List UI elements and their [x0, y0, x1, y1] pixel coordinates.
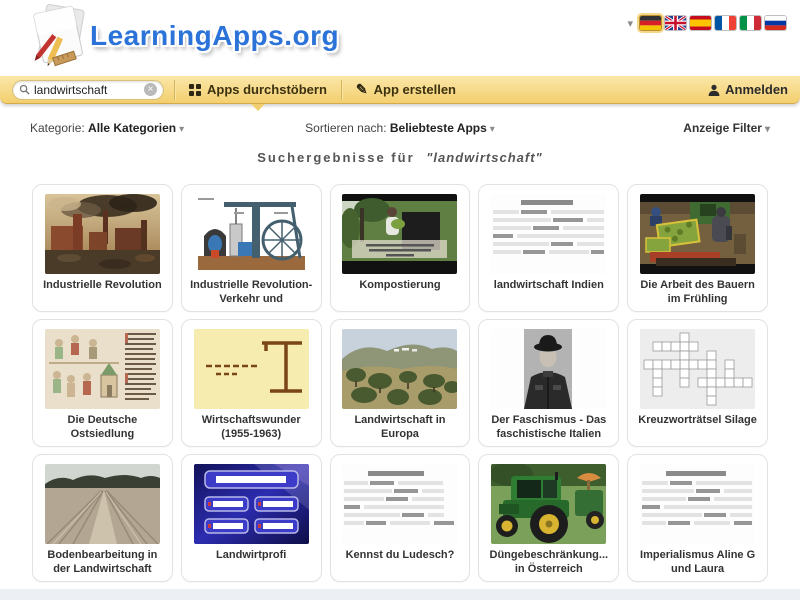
results-title-prefix: Suchergebnisse für	[257, 150, 414, 165]
category-dropdown[interactable]: Kategorie: Alle Kategorien▾	[30, 121, 184, 135]
app-card[interactable]: Düngebeschränkung... in Österreich	[478, 454, 619, 582]
display-filter-dropdown[interactable]: Anzeige Filter▾	[683, 121, 770, 135]
quiz-show-thumbnail	[194, 464, 309, 544]
grid-icon	[189, 84, 201, 96]
app-card[interactable]: Industrielle Revolution- Verkehr und	[181, 184, 322, 312]
results-query: "landwirtschaft"	[426, 150, 542, 165]
app-card[interactable]: Industrielle Revolution	[32, 184, 173, 312]
flag-english-icon[interactable]	[665, 16, 686, 30]
flag-spanish-icon[interactable]	[690, 16, 711, 30]
flag-italian-icon[interactable]	[740, 16, 761, 30]
app-card-title: Kompostierung	[335, 279, 466, 293]
app-card[interactable]: Imperialismus Aline G und Laura	[627, 454, 768, 582]
historical-portrait-thumbnail	[491, 329, 606, 409]
flag-french-icon[interactable]	[715, 16, 736, 30]
tractor-photo-thumbnail	[491, 464, 606, 544]
app-card-title: Industrielle Revolution	[37, 279, 168, 293]
results-grid: Industrielle Revolution	[32, 184, 768, 582]
language-bar: ▾	[627, 16, 786, 30]
search-icon	[19, 84, 30, 95]
plowed-field-thumbnail	[45, 464, 160, 544]
create-app-label: App erstellen	[374, 82, 456, 97]
app-card-title: Industrielle Revolution- Verkehr und	[186, 279, 317, 307]
app-card-title: Die Arbeit des Bauern im Frühling	[632, 279, 763, 307]
search-input[interactable]	[34, 83, 144, 97]
flag-russian-icon[interactable]	[765, 16, 786, 30]
create-pencil-icon: ✎	[356, 81, 368, 98]
page: LearningApps.org ▾	[0, 0, 800, 600]
search-box: ×	[12, 80, 164, 100]
app-card[interactable]: Landwirtprofi	[181, 454, 322, 582]
navbar-divider	[174, 80, 175, 100]
create-app-button[interactable]: ✎ App erstellen	[352, 76, 460, 104]
app-card-title: Landwirtschaft in Europa	[335, 414, 466, 442]
app-card-title: landwirtschaft Indien	[483, 279, 614, 293]
app-card[interactable]: Bodenbearbeitung in der Landwirtschaft	[32, 454, 173, 582]
footer-strip	[0, 589, 800, 600]
logo-text: LearningApps.org	[90, 20, 339, 52]
app-card-title: Imperialismus Aline G und Laura	[632, 549, 763, 577]
app-card-title: Kennst du Ludesch?	[335, 549, 466, 563]
sort-dropdown[interactable]: Sortieren nach: Beliebteste Apps▾	[305, 121, 495, 135]
composting-video-thumbnail	[342, 194, 457, 274]
sort-label: Sortieren nach:	[305, 121, 390, 135]
farmers-video-thumbnail	[640, 194, 755, 274]
app-card-title: Der Faschismus - Das faschistische Itali…	[483, 414, 614, 442]
logo-pencil-paper-icon	[26, 4, 88, 68]
browse-apps-button[interactable]: Apps durchstöbern	[185, 76, 331, 104]
category-chevron-icon: ▾	[179, 124, 184, 135]
app-card-title: Kreuzworträtsel Silage	[632, 414, 763, 428]
app-card[interactable]: Der Faschismus - Das faschistische Itali…	[478, 319, 619, 447]
cloze-text-thumbnail	[640, 464, 755, 544]
browse-apps-label: Apps durchstöbern	[207, 82, 327, 97]
app-card[interactable]: Die Deutsche Ostsiedlung	[32, 319, 173, 447]
category-label: Kategorie:	[30, 121, 88, 135]
olive-landscape-thumbnail	[342, 329, 457, 409]
app-card-title: Düngebeschränkung... in Österreich	[483, 549, 614, 577]
language-chevron-icon[interactable]: ▾	[627, 17, 633, 30]
crossword-thumbnail	[640, 329, 755, 409]
medieval-manuscript-thumbnail	[45, 329, 160, 409]
app-card-title: Bodenbearbeitung in der Landwirtschaft	[37, 549, 168, 577]
login-label: Anmelden	[725, 82, 788, 97]
app-card-title: Wirtschaftswunder (1955-1963)	[186, 414, 317, 442]
login-button[interactable]: Anmelden	[708, 82, 788, 97]
category-value: Alle Kategorien	[88, 121, 176, 135]
app-card[interactable]: landwirtschaft Indien	[478, 184, 619, 312]
clear-search-icon[interactable]: ×	[144, 83, 157, 96]
hangman-game-thumbnail	[194, 329, 309, 409]
navbar-divider	[341, 80, 342, 100]
header: LearningApps.org ▾	[0, 0, 800, 76]
display-filter-label: Anzeige Filter	[683, 121, 762, 135]
cloze-text-thumbnail	[491, 194, 606, 274]
active-tab-caret	[251, 104, 265, 111]
display-filter-chevron-icon: ▾	[765, 124, 770, 135]
results-title: Suchergebnisse für "landwirtschaft"	[0, 150, 800, 166]
app-card[interactable]: Die Arbeit des Bauern im Frühling	[627, 184, 768, 312]
filter-row: Kategorie: Alle Kategorien▾ Sortieren na…	[30, 120, 770, 136]
app-card[interactable]: Landwirtschaft in Europa	[330, 319, 471, 447]
sort-value: Beliebteste Apps	[390, 121, 487, 135]
sort-chevron-icon: ▾	[490, 124, 495, 135]
main-navbar: × Apps durchstöbern ✎ App erstellen Anme…	[0, 76, 800, 104]
cloze-text-thumbnail	[342, 464, 457, 544]
app-card-title: Die Deutsche Ostsiedlung	[37, 414, 168, 442]
app-card[interactable]: Kompostierung	[330, 184, 471, 312]
app-card[interactable]: Wirtschaftswunder (1955-1963)	[181, 319, 322, 447]
app-card[interactable]: Kennst du Ludesch?	[330, 454, 471, 582]
flag-german-icon[interactable]	[640, 16, 661, 30]
industry-painting-thumbnail	[45, 194, 160, 274]
app-card[interactable]: Kreuzworträtsel Silage	[627, 319, 768, 447]
person-icon	[708, 84, 720, 96]
steam-engine-diagram-thumbnail	[194, 194, 309, 274]
app-card-title: Landwirtprofi	[186, 549, 317, 563]
logo[interactable]: LearningApps.org	[26, 4, 339, 68]
